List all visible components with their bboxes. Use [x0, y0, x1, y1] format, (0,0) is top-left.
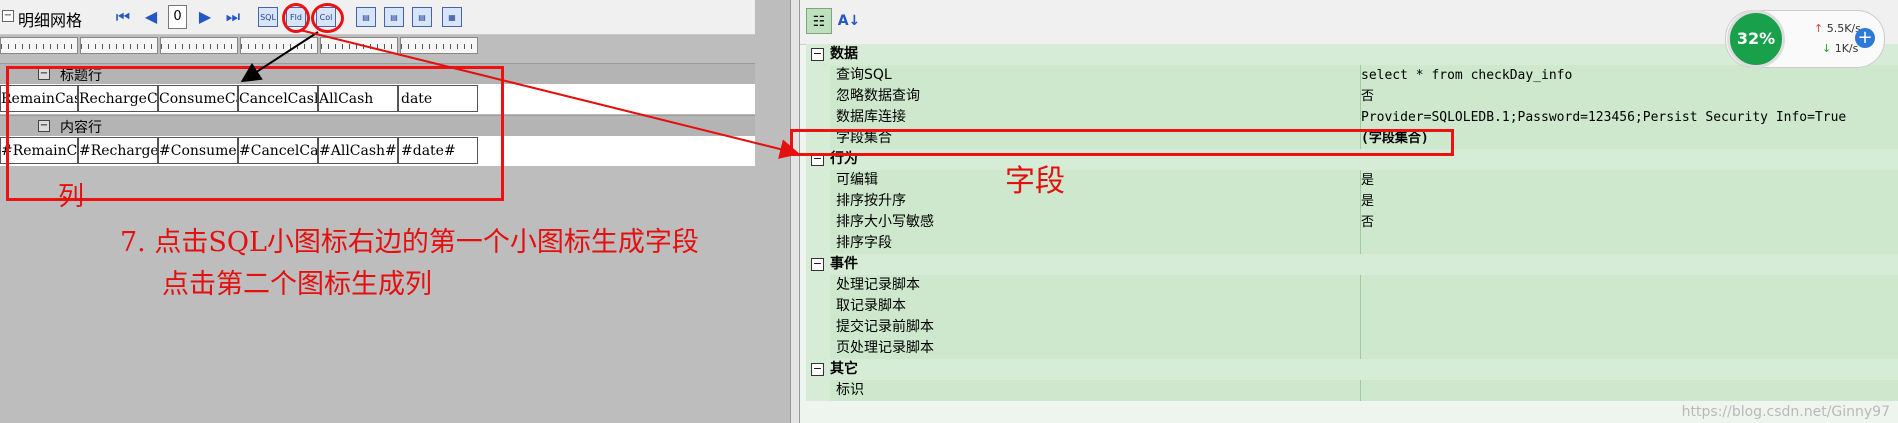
property-name: 提交记录前脚本 [836, 319, 934, 335]
property-name: 排序字段 [836, 235, 892, 251]
property-value[interactable]: 否 [1361, 86, 1898, 107]
row-gutter [806, 212, 830, 233]
property-name: 查询SQL [836, 67, 892, 83]
property-value[interactable] [1361, 380, 1898, 401]
page-input[interactable]: 0 [168, 5, 187, 29]
category-label: 其它 [830, 361, 858, 377]
property-row[interactable]: 提交记录前脚本 [806, 317, 1898, 338]
report-designer-panel: − 明细网格 ⏮ ◀ 0 ▶ ⏭ SQL Fld Col ▤ ▤ ▤ ▦ − 标… [0, 0, 790, 423]
property-row[interactable]: 排序大小写敏感 否 [806, 212, 1898, 233]
category-row[interactable]: − 事件 [806, 254, 1898, 275]
property-name: 忽略数据查询 [836, 88, 920, 104]
property-row[interactable]: 排序按升序 是 [806, 191, 1898, 212]
alphabetical-sort-icon[interactable]: A↓ [836, 8, 862, 34]
add-icon[interactable]: + [1855, 28, 1875, 48]
row-gutter [806, 107, 830, 128]
row-gutter [806, 191, 830, 212]
collapse-icon[interactable]: − [811, 363, 824, 376]
watermark: https://blog.csdn.net/Ginny97 [1681, 404, 1890, 420]
columns-icon-highlight [311, 3, 344, 33]
row-gutter [806, 233, 830, 254]
row-gutter [806, 86, 830, 107]
row-gutter [806, 296, 830, 317]
column-ruler[interactable] [240, 37, 318, 54]
property-value[interactable]: Provider=SQLOLEDB.1;Password=123456;Pers… [1361, 107, 1898, 128]
property-value[interactable]: 是 [1361, 191, 1898, 212]
last-page-icon[interactable]: ⏭ [222, 6, 244, 28]
fields-annotation: 字段 [1005, 164, 1065, 199]
property-name: 取记录脚本 [836, 298, 906, 314]
property-value[interactable] [1361, 233, 1898, 254]
collapse-icon[interactable]: − [811, 48, 824, 61]
detail-grid-toolbar: − 明细网格 ⏮ ◀ 0 ▶ ⏭ SQL Fld Col ▤ ▤ ▤ ▦ [0, 0, 755, 35]
collapse-icon[interactable]: − [811, 258, 824, 271]
row-gutter [806, 317, 830, 338]
row-gutter [806, 275, 830, 296]
property-value[interactable]: 否 [1361, 212, 1898, 233]
category-row[interactable]: − 其它 [806, 359, 1898, 380]
download-speed: ↓ 1K/s [1822, 42, 1859, 55]
group-props-icon[interactable]: ▤ [412, 7, 432, 27]
category-label: 数据 [830, 46, 858, 62]
splitter[interactable] [790, 0, 800, 423]
column-ruler[interactable] [320, 37, 398, 54]
property-value[interactable]: 是 [1361, 170, 1898, 191]
collapse-icon[interactable]: − [2, 10, 14, 22]
property-name: 页处理记录脚本 [836, 340, 934, 356]
row-gutter [806, 380, 830, 401]
property-row[interactable]: 数据库连接 Provider=SQLOLEDB.1;Password=123456… [806, 107, 1898, 128]
sql-icon[interactable]: SQL [258, 7, 278, 27]
property-value[interactable] [1361, 275, 1898, 296]
property-value[interactable] [1361, 317, 1898, 338]
step-annotation: 7. 点击SQL小图标右边的第一个小图标生成字段 [120, 227, 699, 258]
property-name: 处理记录脚本 [836, 277, 920, 293]
first-page-icon[interactable]: ⏮ [112, 6, 134, 28]
property-row[interactable]: 排序字段 [806, 233, 1898, 254]
row-gutter [806, 338, 830, 359]
column-ruler[interactable] [400, 37, 478, 54]
upload-speed: ↑ 5.5K/s [1814, 22, 1861, 35]
memory-usage-badge[interactable]: 32% [1727, 10, 1785, 68]
column-props-icon[interactable]: ▤ [384, 7, 404, 27]
column-ruler[interactable] [80, 37, 158, 54]
property-row[interactable]: 查询SQL select * from checkDay_info [806, 65, 1898, 86]
property-name: 排序大小写敏感 [836, 214, 934, 230]
field-props-icon[interactable]: ▤ [356, 7, 376, 27]
columns-annotation: 列 [58, 182, 85, 212]
grid-icon[interactable]: ▦ [442, 7, 462, 27]
prev-page-icon[interactable]: ◀ [140, 6, 162, 28]
property-value[interactable]: select * from checkDay_info [1361, 65, 1898, 86]
row-gutter [806, 65, 830, 86]
property-row[interactable]: 忽略数据查询 否 [806, 86, 1898, 107]
property-row[interactable]: 标识 [806, 380, 1898, 401]
property-name: 排序按升序 [836, 193, 906, 209]
fields-icon-highlight [282, 3, 310, 33]
step-annotation-line2: 点击第二个图标生成列 [162, 269, 432, 300]
property-panel: ☷ A↓ − 数据 查询SQL select * from checkDay_info… [800, 0, 1898, 423]
property-name: 标识 [836, 382, 864, 398]
category-label: 事件 [830, 256, 858, 272]
property-name: 数据库连接 [836, 109, 906, 125]
row-gutter [806, 170, 830, 191]
field-collection-highlight-box [790, 129, 1454, 156]
property-grid: − 数据 查询SQL select * from checkDay_info 忽略数据查… [806, 44, 1898, 401]
categorized-icon[interactable]: ☷ [806, 8, 832, 34]
property-row[interactable]: 可编辑 是 [806, 170, 1898, 191]
column-ruler[interactable] [160, 37, 238, 54]
property-name: 可编辑 [836, 172, 878, 188]
toolbar-title: 明细网格 [18, 11, 83, 30]
property-row[interactable]: 处理记录脚本 [806, 275, 1898, 296]
next-page-icon[interactable]: ▶ [194, 6, 216, 28]
property-value[interactable] [1361, 338, 1898, 359]
property-value[interactable] [1361, 296, 1898, 317]
property-row[interactable]: 页处理记录脚本 [806, 338, 1898, 359]
column-ruler[interactable] [0, 37, 78, 54]
property-row[interactable]: 取记录脚本 [806, 296, 1898, 317]
